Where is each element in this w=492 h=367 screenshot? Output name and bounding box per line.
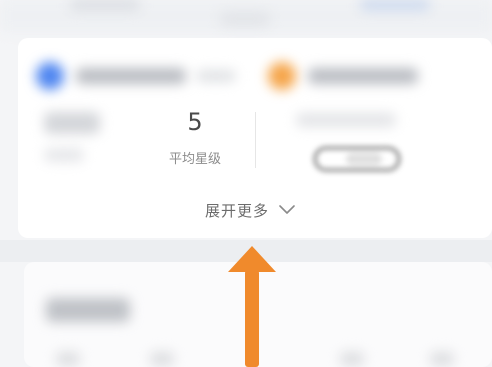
top-blurred-item <box>70 0 140 10</box>
blurred-feature-tag <box>196 70 236 82</box>
average-rating-value: 5 <box>187 108 203 136</box>
blurred-toggle-label <box>346 153 382 165</box>
top-blurred-item <box>360 0 430 10</box>
orange-feature-icon <box>268 62 296 90</box>
blurred-bottom-item <box>56 352 80 366</box>
divider <box>255 112 256 168</box>
average-rating-label: 平均星级 <box>168 152 221 167</box>
blurred-right-text <box>296 113 396 127</box>
top-blurred-item <box>220 12 270 26</box>
feature-row <box>36 62 456 90</box>
expand-more-button[interactable]: 展开更多 <box>140 186 360 234</box>
blurred-bottom-item <box>430 352 454 366</box>
blurred-feature-label <box>308 68 418 84</box>
blurred-section-title <box>46 298 130 322</box>
expand-more-label: 展开更多 <box>204 201 269 220</box>
blurred-bottom-item <box>340 352 364 366</box>
up-arrow-icon <box>228 246 276 367</box>
blurred-stat-label <box>44 148 84 162</box>
blurred-toggle-button[interactable] <box>314 147 400 171</box>
blue-feature-icon <box>36 62 64 90</box>
blurred-bottom-item <box>150 352 174 366</box>
blurred-stat-value <box>44 112 100 134</box>
blurred-feature-label <box>76 68 186 84</box>
chevron-down-icon <box>279 205 295 214</box>
